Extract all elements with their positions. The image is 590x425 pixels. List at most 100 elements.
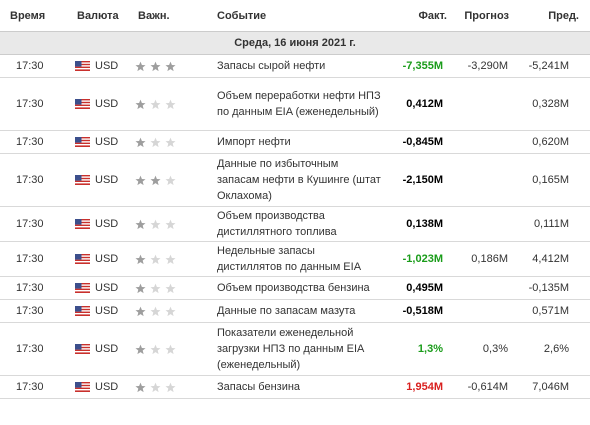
event-name[interactable]: Запасы бензина [215, 379, 381, 395]
us-flag-icon [75, 283, 90, 293]
star-filled-icon [135, 382, 146, 392]
date-separator: Среда, 16 июня 2021 г. [0, 31, 590, 55]
currency-code: USD [95, 253, 119, 265]
currency-code: USD [95, 136, 119, 148]
table-header: Время Валюта Важн. Событие Факт. Прогноз… [0, 0, 590, 31]
star-empty-icon [150, 99, 161, 109]
star-empty-icon [150, 219, 161, 229]
event-currency: USD [67, 341, 135, 357]
event-name[interactable]: Объем производства дистиллятного топлива [215, 208, 381, 240]
star-empty-icon [150, 344, 161, 354]
table-row[interactable]: 17:30 USD Запасы бензина 1,954M -0,614M 7,046… [0, 376, 590, 399]
table-row[interactable]: 17:30 USD Объем производства бензина 0,495M… [0, 277, 590, 300]
importance-stars [135, 306, 215, 317]
currency-code: USD [95, 343, 119, 355]
event-time: 17:30 [16, 282, 44, 294]
event-time: 17:30 [16, 60, 44, 72]
importance-stars [135, 175, 215, 186]
table-row[interactable]: 17:30 USD Данные по запасам мазута -0,518M 0… [0, 300, 590, 323]
importance-stars [135, 344, 215, 355]
previous-value: -5,241M [528, 60, 569, 72]
event-name[interactable]: Показатели еженедельной загрузки НПЗ по … [215, 325, 381, 373]
star-filled-icon [135, 99, 146, 109]
table-row[interactable]: 17:30 USD Объем производства дистиллятного… [0, 207, 590, 242]
previous-value: 7,046M [532, 381, 569, 393]
star-empty-icon [150, 283, 161, 293]
currency-code: USD [95, 218, 119, 230]
header-forecast[interactable]: Прогноз [449, 10, 509, 22]
star-filled-icon [135, 254, 146, 264]
table-row[interactable]: 17:30 USD Показатели еженедельной загрузки… [0, 323, 590, 376]
importance-stars [135, 137, 215, 148]
star-empty-icon [165, 175, 176, 185]
currency-code: USD [95, 98, 119, 110]
event-currency: USD [67, 216, 135, 232]
us-flag-icon [75, 306, 90, 316]
importance-stars [135, 61, 215, 72]
us-flag-icon [75, 61, 90, 71]
star-filled-icon [135, 219, 146, 229]
event-time: 17:30 [16, 305, 44, 317]
star-empty-icon [150, 254, 161, 264]
forecast-value: -3,290M [467, 60, 508, 72]
star-empty-icon [165, 99, 176, 109]
actual-value: -1,023M [402, 253, 443, 265]
us-flag-icon [75, 99, 90, 109]
header-importance[interactable]: Важн. [135, 10, 215, 22]
us-flag-icon [75, 344, 90, 354]
actual-value: -0,845M [402, 136, 443, 148]
event-time: 17:30 [16, 98, 44, 110]
event-name[interactable]: Данные по избыточным запасам нефти в Куш… [215, 156, 381, 204]
star-filled-icon [135, 283, 146, 293]
table-row[interactable]: 17:30 USD Запасы сырой нефти -7,355M -3,290M… [0, 55, 590, 78]
header-event[interactable]: Событие [215, 10, 381, 22]
event-time: 17:30 [16, 218, 44, 230]
header-previous[interactable]: Пред. [509, 10, 587, 22]
event-currency: USD [67, 172, 135, 188]
star-filled-icon [135, 344, 146, 354]
header-currency[interactable]: Валюта [67, 10, 135, 22]
event-name[interactable]: Данные по запасам мазута [215, 303, 381, 319]
event-name[interactable]: Объем производства бензина [215, 280, 381, 296]
event-time: 17:30 [16, 136, 44, 148]
star-empty-icon [165, 382, 176, 392]
forecast-value: -0,614M [467, 381, 508, 393]
event-name[interactable]: Импорт нефти [215, 134, 381, 150]
previous-value: 0,620M [532, 136, 569, 148]
table-row[interactable]: 17:30 USD Объем переработки нефти НПЗ по д… [0, 78, 590, 131]
forecast-value: 0,186M [471, 253, 508, 265]
us-flag-icon [75, 254, 90, 264]
star-empty-icon [150, 306, 161, 316]
events-list: 17:30 USD Запасы сырой нефти -7,355M -3,290M… [0, 55, 590, 399]
table-row[interactable]: 17:30 USD Данные по избыточным запасам неф… [0, 154, 590, 207]
us-flag-icon [75, 137, 90, 147]
star-empty-icon [165, 306, 176, 316]
star-filled-icon [150, 61, 161, 71]
header-time[interactable]: Время [0, 10, 67, 22]
actual-value: 0,412M [406, 98, 443, 110]
header-actual[interactable]: Факт. [381, 10, 449, 22]
event-time: 17:30 [16, 343, 44, 355]
actual-value: 1,3% [417, 343, 443, 355]
table-row[interactable]: 17:30 USD Импорт нефти -0,845M 0,620M [0, 131, 590, 154]
event-name[interactable]: Недельные запасы дистиллятов по данным E… [215, 243, 381, 275]
star-filled-icon [135, 137, 146, 147]
star-filled-icon [165, 61, 176, 71]
actual-value: 0,138M [406, 218, 443, 230]
previous-value: -0,135M [528, 282, 569, 294]
star-empty-icon [165, 283, 176, 293]
actual-value: 0,495M [406, 282, 443, 294]
event-currency: USD [67, 280, 135, 296]
star-empty-icon [165, 344, 176, 354]
star-filled-icon [135, 175, 146, 185]
importance-stars [135, 219, 215, 230]
star-empty-icon [150, 382, 161, 392]
actual-value: -7,355M [402, 60, 443, 72]
event-currency: USD [67, 58, 135, 74]
table-row[interactable]: 17:30 USD Недельные запасы дистиллятов по … [0, 242, 590, 277]
us-flag-icon [75, 219, 90, 229]
event-name[interactable]: Объем переработки нефти НПЗ по данным EI… [215, 88, 381, 120]
us-flag-icon [75, 382, 90, 392]
event-name[interactable]: Запасы сырой нефти [215, 58, 381, 74]
event-currency: USD [67, 303, 135, 319]
